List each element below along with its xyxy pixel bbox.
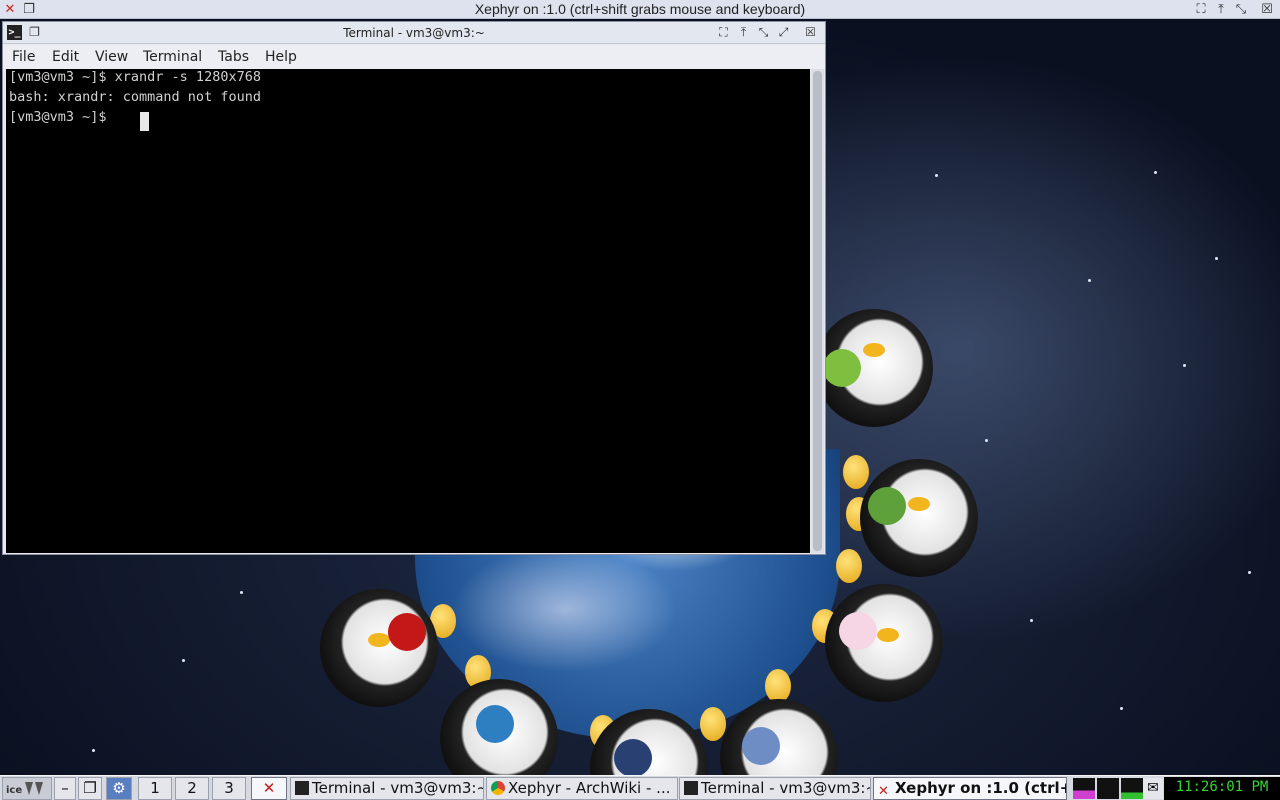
- menu-help[interactable]: Help: [265, 45, 297, 69]
- terminal-line: bash: xrandr: command not found: [9, 89, 261, 105]
- penguin-mascot: [320, 589, 438, 707]
- network-monitor-icon[interactable]: [1097, 778, 1119, 799]
- menu-file[interactable]: File: [12, 45, 35, 69]
- fedora-logo-icon: [614, 739, 652, 775]
- star: [1215, 257, 1218, 260]
- cpu-monitor-icon[interactable]: [1073, 778, 1095, 799]
- terminal-line: [vm3@vm3 ~]$: [9, 109, 115, 125]
- terminal-window[interactable]: >_ ❐ Terminal - vm3@vm3:~ ⛶ ⤒ ⤡ ⤢ ☒ File…: [2, 21, 826, 555]
- expand-icon[interactable]: ⤢: [776, 25, 791, 40]
- svg-text:ice: ice: [6, 785, 22, 796]
- mail-icon[interactable]: ✉: [1143, 778, 1163, 799]
- distro-logo-icon: [823, 349, 861, 387]
- terminal-menubar: File Edit View Terminal Tabs Help: [3, 45, 825, 69]
- star: [1030, 619, 1033, 622]
- terminal-line: [vm3@vm3 ~]$ xrandr -s 1280x768: [9, 69, 261, 85]
- xephyr-icon: ✕: [878, 784, 889, 799]
- window-list-icon[interactable]: ❐: [78, 777, 102, 800]
- ring-bead: [843, 455, 869, 489]
- workspace-1[interactable]: 1: [138, 777, 172, 800]
- close-icon[interactable]: ☒: [803, 25, 818, 40]
- workspace-3[interactable]: 3: [212, 777, 246, 800]
- settings-icon[interactable]: ⚙: [106, 777, 132, 800]
- task-terminal-2[interactable]: Terminal - vm3@vm3:~: [679, 777, 871, 800]
- star: [985, 439, 988, 442]
- star: [1120, 707, 1123, 710]
- terminal-output[interactable]: [vm3@vm3 ~]$ xrandr -s 1280x768 bash: xr…: [6, 69, 810, 553]
- menu-tabs[interactable]: Tabs: [218, 45, 249, 69]
- distro-logo-icon: [868, 487, 906, 525]
- xephyr-app-icon[interactable]: ✕: [251, 777, 287, 800]
- xephyr-titlebar[interactable]: ✕ ❐ Xephyr on :1.0 (ctrl+shift grabs mou…: [0, 0, 1280, 19]
- minimize-all-icon[interactable]: –: [54, 777, 76, 800]
- penguin-mascot: [825, 584, 943, 702]
- penguin-mascot: [815, 309, 933, 427]
- shrink-icon[interactable]: ⤡: [1233, 2, 1249, 17]
- star: [240, 591, 243, 594]
- task-terminal-1[interactable]: Terminal - vm3@vm3:~: [290, 777, 484, 800]
- terminal-icon: [295, 781, 309, 795]
- raise-icon[interactable]: ⤒: [736, 25, 751, 40]
- redhat-logo-icon: [388, 613, 426, 651]
- text-cursor: [140, 112, 149, 131]
- ring-bead: [765, 669, 791, 703]
- star: [1154, 171, 1157, 174]
- ring-bead: [700, 707, 726, 741]
- icewm-start-button[interactable]: ice: [2, 777, 52, 800]
- terminal-titlebar[interactable]: >_ ❐ Terminal - vm3@vm3:~ ⛶ ⤒ ⤡ ⤢ ☒: [3, 22, 825, 44]
- taskbar: ice – ❐ ⚙ 1 2 3 ✕ Terminal - vm3@vm3:~ X…: [0, 775, 1280, 800]
- workspace-2[interactable]: 2: [175, 777, 209, 800]
- debian-logo-icon: [839, 612, 877, 650]
- close-x-icon[interactable]: ☒: [1259, 2, 1275, 17]
- penguin-mascot: [860, 459, 978, 577]
- distro-logo-icon: [742, 727, 780, 765]
- menu-view[interactable]: View: [95, 45, 128, 69]
- task-xephyr[interactable]: ✕Xephyr on :1.0 (ctrl+...: [873, 777, 1067, 800]
- maximize-icon[interactable]: ⛶: [716, 25, 731, 40]
- ring-bead: [836, 549, 862, 583]
- star: [935, 174, 938, 177]
- star: [92, 749, 95, 752]
- menu-terminal[interactable]: Terminal: [143, 45, 202, 69]
- maximize-icon[interactable]: ⛶: [1193, 2, 1209, 17]
- star: [1088, 279, 1091, 282]
- scrollbar-thumb[interactable]: [813, 71, 822, 551]
- star: [1248, 571, 1251, 574]
- distro-logo-icon: [476, 705, 514, 743]
- memory-monitor-icon[interactable]: [1121, 778, 1143, 799]
- terminal-icon: [684, 781, 698, 795]
- terminal-scrollbar[interactable]: [811, 69, 824, 553]
- chrome-icon: [491, 781, 505, 795]
- star: [182, 659, 185, 662]
- terminal-title: Terminal - vm3@vm3:~: [343, 26, 485, 40]
- star: [1183, 364, 1186, 367]
- menu-edit[interactable]: Edit: [52, 45, 79, 69]
- shrink-icon[interactable]: ⤡: [756, 25, 771, 40]
- taskbar-clock[interactable]: 11:26:01 PM: [1164, 777, 1280, 800]
- task-browser-archwiki[interactable]: Xephyr - ArchWiki - ...: [486, 777, 678, 800]
- raise-icon[interactable]: ⤒: [1213, 2, 1229, 17]
- xephyr-title: Xephyr on :1.0 (ctrl+shift grabs mouse a…: [474, 1, 806, 17]
